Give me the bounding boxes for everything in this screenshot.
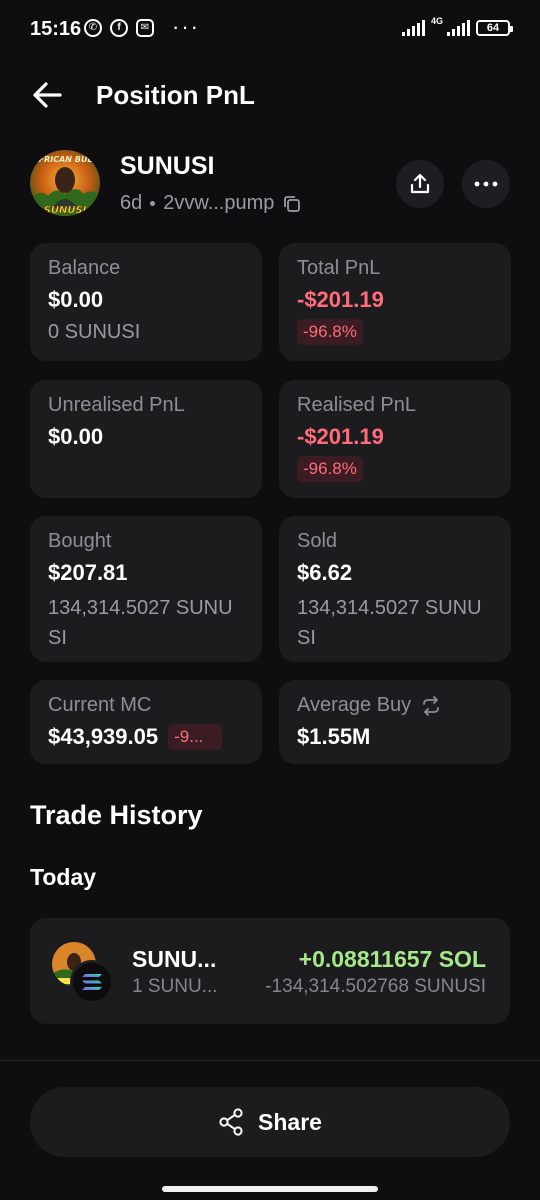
balance-sub: 0 SUNUSI [48, 321, 141, 343]
realised-pnl-card: Realised PnL -$201.19 -96.8% [279, 380, 511, 498]
whatsapp-icon: ✆ [84, 19, 102, 37]
network-type: 4G [430, 16, 443, 26]
upload-icon [410, 173, 430, 194]
back-button[interactable] [30, 78, 64, 112]
divider [0, 1060, 540, 1061]
signal-icon [401, 20, 425, 36]
unrealised-pnl-value: $0.00 [48, 424, 104, 449]
swap-icon[interactable] [421, 695, 441, 716]
more-horizontal-icon [474, 181, 498, 187]
home-indicator[interactable] [162, 1186, 378, 1192]
trade-quantity: 1 SUNU... [132, 976, 218, 997]
total-pnl-value: -$201.19 [297, 287, 384, 312]
day-group-title: Today [30, 864, 97, 890]
upload-button[interactable] [396, 160, 444, 208]
page-title: Position PnL [96, 80, 255, 110]
bought-label: Bought [48, 530, 112, 552]
total-pnl-badge: -96.8% [297, 319, 363, 345]
token-meta: 6d 2vvw...pump [120, 192, 302, 215]
facebook-icon: f [110, 19, 128, 37]
more-options-button[interactable] [462, 160, 510, 208]
trade-token-name: SUNU... [132, 946, 217, 972]
solana-icon [70, 960, 114, 1004]
sold-value: $6.62 [297, 560, 353, 585]
share-label: Share [258, 1108, 322, 1135]
signal-icon-2 [447, 20, 470, 36]
sold-card: Sold $6.62 134,314.5027 SUNUSI [279, 516, 511, 662]
current-mc-badge: -9... [168, 724, 223, 750]
trade-history-title: Trade History [30, 800, 203, 830]
unrealised-pnl-label: Unrealised PnL [48, 394, 185, 416]
battery-icon: 64 [476, 20, 513, 36]
token-age: 6d [120, 192, 143, 214]
realised-pnl-badge: -96.8% [297, 456, 363, 482]
status-bar: 15:16 ✆ f ✉ ··· 4G 64 [0, 0, 540, 60]
token-logo: AFRICAN BULL SUNUSI [30, 150, 100, 216]
copy-icon[interactable] [282, 194, 302, 214]
share-icon [219, 1108, 243, 1136]
status-time: 15:16 [30, 18, 82, 40]
system-status: 4G 64 [401, 16, 513, 36]
token-name: SUNUSI [120, 152, 215, 180]
realised-pnl-label: Realised PnL [297, 394, 416, 416]
bought-card: Bought $207.81 134,314.5027 SUNUSI [30, 516, 262, 662]
total-pnl-label: Total PnL [297, 257, 381, 279]
messenger-icon: ✉ [136, 19, 154, 37]
bought-sub: 134,314.5027 SUNUSI [48, 597, 233, 649]
trade-token-amount: -134,314.502768 SUNUSI [265, 976, 486, 997]
share-button[interactable]: Share [30, 1087, 510, 1157]
balance-value: $0.00 [48, 287, 104, 312]
bought-value: $207.81 [48, 560, 128, 585]
token-header: AFRICAN BULL SUNUSI SUNUSI 6d 2vvw...pum… [30, 148, 510, 218]
average-buy-label-row: Average Buy [297, 694, 493, 717]
logo-text-top: AFRICAN BULL [31, 155, 97, 164]
token-address: 2vvw...pump [163, 192, 275, 214]
balance-card: Balance $0.00 0 SUNUSI [30, 243, 262, 361]
current-mc-value: $43,939.05 [48, 724, 159, 749]
realised-pnl-value: -$201.19 [297, 424, 384, 449]
current-mc-label: Current MC [48, 694, 152, 716]
page-header: Position PnL [0, 72, 540, 118]
unrealised-pnl-card: Unrealised PnL $0.00 [30, 380, 262, 498]
current-mc-card: Current MC $43,939.05 -9... [30, 680, 262, 764]
separator-dot [150, 201, 156, 206]
average-buy-card[interactable]: Average Buy $1.55M [279, 680, 511, 764]
average-buy-label: Average Buy [297, 694, 412, 716]
trade-amount: +0.08811657 SOL [298, 946, 486, 972]
sold-label: Sold [297, 530, 338, 552]
total-pnl-card: Total PnL -$201.19 -96.8% [279, 243, 511, 361]
sold-sub: 134,314.5027 SUNUSI [297, 597, 482, 649]
notification-icons: ✆ f ✉ [84, 19, 154, 37]
more-notifications-icon: ··· [172, 14, 200, 39]
current-mc-row: $43,939.05 -9... [48, 724, 244, 750]
trade-row[interactable]: SUNU... 1 SUNU... +0.08811657 SOL -134,3… [30, 918, 510, 1024]
average-buy-value: $1.55M [297, 724, 371, 749]
balance-label: Balance [48, 257, 121, 279]
logo-text-bottom: SUNUSI [44, 205, 87, 216]
arrow-left-icon [33, 82, 62, 108]
